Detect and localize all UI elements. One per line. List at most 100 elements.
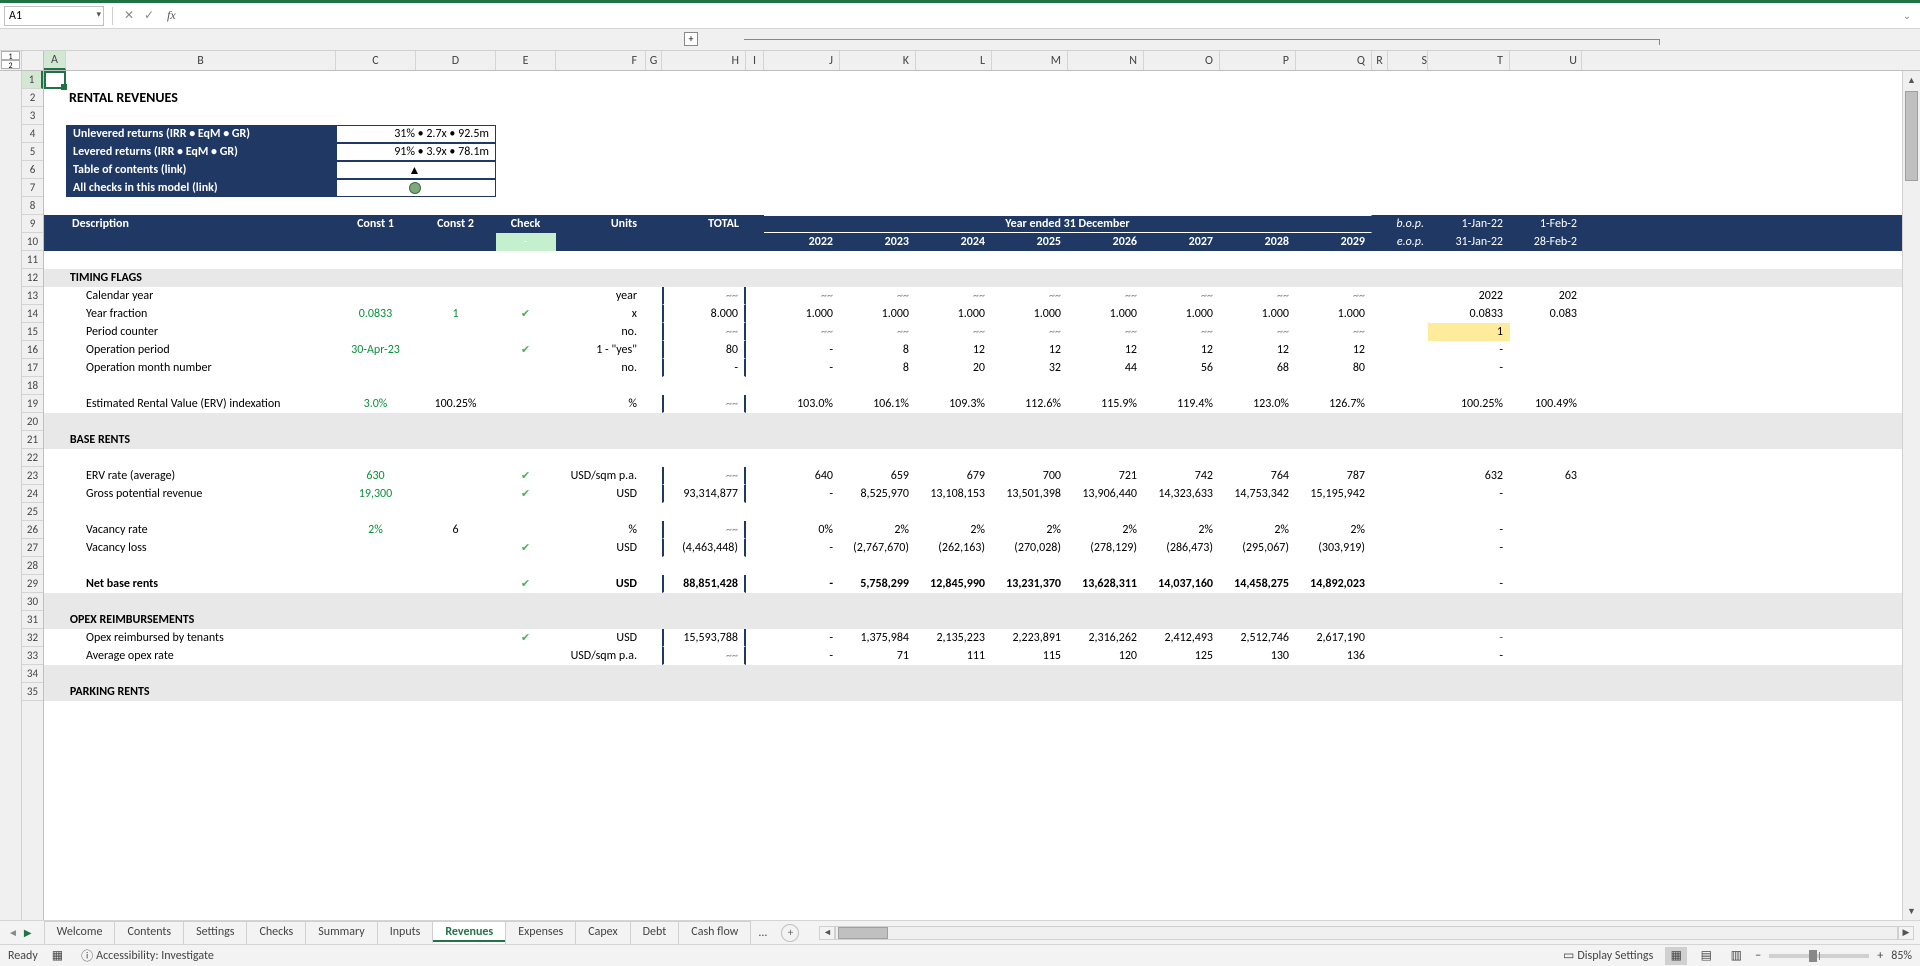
gap[interactable]: [1388, 539, 1428, 557]
gap[interactable]: [646, 305, 662, 323]
returns-label[interactable]: Table of contents (link): [66, 161, 336, 179]
cell-month1[interactable]: -: [1428, 629, 1510, 647]
cell-year[interactable]: 15,195,942: [1296, 485, 1372, 503]
cell[interactable]: [44, 287, 66, 305]
cell-year[interactable]: 20: [916, 359, 992, 377]
col-header-E[interactable]: E: [496, 51, 556, 70]
cell[interactable]: [44, 395, 66, 413]
cell-const2[interactable]: [416, 485, 496, 503]
cell[interactable]: [44, 629, 66, 647]
hdr-check-val[interactable]: -: [496, 233, 556, 251]
cell-const2[interactable]: [416, 323, 496, 341]
cell[interactable]: [746, 233, 764, 251]
cell-year[interactable]: 119.4%: [1144, 395, 1220, 413]
cell[interactable]: [44, 341, 66, 359]
cell[interactable]: [44, 647, 66, 665]
hdr-bop-date[interactable]: 1-Jan-22: [1428, 215, 1510, 233]
cell-total[interactable]: 8.000: [662, 305, 746, 323]
gap[interactable]: [1388, 485, 1428, 503]
cell-check[interactable]: ✔: [496, 485, 556, 503]
cell-const2[interactable]: [416, 647, 496, 665]
cell-year[interactable]: ~~: [916, 287, 992, 305]
gap[interactable]: [646, 485, 662, 503]
cell-year[interactable]: 14,323,633: [1144, 485, 1220, 503]
zoom-level[interactable]: 85%: [1891, 949, 1912, 963]
enter-icon[interactable]: ✓: [141, 8, 157, 24]
cell-year[interactable]: ~~: [1144, 287, 1220, 305]
cell-year[interactable]: 1,375,984: [840, 629, 916, 647]
normal-view-button[interactable]: ▦: [1665, 947, 1687, 965]
cell-total[interactable]: ~~: [662, 647, 746, 665]
cell-check[interactable]: [496, 395, 556, 413]
cell-month2[interactable]: [1510, 575, 1582, 593]
row-header-9[interactable]: 9: [22, 215, 43, 233]
cell-year[interactable]: 1.000: [1220, 305, 1296, 323]
gap[interactable]: [1388, 647, 1428, 665]
row-header-7[interactable]: 7: [22, 179, 43, 197]
gap[interactable]: [1372, 539, 1388, 557]
cell-month2[interactable]: [1510, 359, 1582, 377]
gap[interactable]: [746, 305, 764, 323]
cell-total[interactable]: ~~: [662, 323, 746, 341]
cell-year[interactable]: 125: [1144, 647, 1220, 665]
hscroll-left-icon[interactable]: ◄: [819, 926, 835, 940]
returns-label[interactable]: All checks in this model (link): [66, 179, 336, 197]
cell-month1[interactable]: 0.0833: [1428, 305, 1510, 323]
cell-year[interactable]: 5,758,299: [840, 575, 916, 593]
cell-year[interactable]: 764: [1220, 467, 1296, 485]
cell-check[interactable]: [496, 323, 556, 341]
cell[interactable]: [646, 215, 662, 233]
cell-units[interactable]: no.: [556, 323, 646, 341]
gap[interactable]: [746, 359, 764, 377]
cell-const1[interactable]: [336, 359, 416, 377]
cell-year[interactable]: 2%: [1144, 521, 1220, 539]
hdr-year[interactable]: 2024: [916, 233, 992, 251]
hdr-bop[interactable]: b.o.p.: [1388, 215, 1428, 233]
row-header-33[interactable]: 33: [22, 647, 43, 665]
cell-month2[interactable]: [1510, 323, 1582, 341]
row-header-27[interactable]: 27: [22, 539, 43, 557]
cell-total[interactable]: ~~: [662, 467, 746, 485]
cell[interactable]: [44, 413, 66, 431]
cell[interactable]: [44, 593, 66, 611]
cell-year[interactable]: 109.3%: [916, 395, 992, 413]
col-header-L[interactable]: L: [916, 51, 992, 70]
row-header-20[interactable]: 20: [22, 413, 43, 431]
col-header-C[interactable]: C: [336, 51, 416, 70]
cell-total[interactable]: ~~: [662, 521, 746, 539]
cell[interactable]: [44, 521, 66, 539]
row-desc[interactable]: Opex reimbursed by tenants: [66, 629, 336, 647]
cell-year[interactable]: 13,231,370: [992, 575, 1068, 593]
gap[interactable]: [1372, 647, 1388, 665]
cell-year[interactable]: 56: [1144, 359, 1220, 377]
row-header-3[interactable]: 3: [22, 107, 43, 125]
cell[interactable]: [44, 89, 66, 107]
hdr-year[interactable]: 2025: [992, 233, 1068, 251]
row-desc[interactable]: Calendar year: [66, 287, 336, 305]
cell-year[interactable]: ~~: [764, 287, 840, 305]
row-header-34[interactable]: 34: [22, 665, 43, 683]
fx-icon[interactable]: fx: [167, 8, 176, 23]
cell-year[interactable]: 2%: [916, 521, 992, 539]
formula-expand-icon[interactable]: ⌄: [1898, 9, 1916, 22]
cell-year[interactable]: 679: [916, 467, 992, 485]
cell-year[interactable]: ~~: [1296, 287, 1372, 305]
cell-year[interactable]: 13,906,440: [1068, 485, 1144, 503]
hdr-eop[interactable]: e.o.p.: [1388, 233, 1428, 251]
gap[interactable]: [646, 467, 662, 485]
cell-units[interactable]: USD: [556, 485, 646, 503]
cell-const2[interactable]: [416, 359, 496, 377]
returns-label[interactable]: Unlevered returns (IRR • EqM • GR): [66, 125, 336, 143]
cell-year[interactable]: 2,512,746: [1220, 629, 1296, 647]
cell-year[interactable]: 13,628,311: [1068, 575, 1144, 593]
cell-const2[interactable]: [416, 467, 496, 485]
cell-check[interactable]: [496, 647, 556, 665]
cell-const1[interactable]: 630: [336, 467, 416, 485]
sheet-tab-inputs[interactable]: Inputs: [377, 921, 434, 944]
cell-const1[interactable]: 19,300: [336, 485, 416, 503]
cell-const2[interactable]: [416, 629, 496, 647]
gap[interactable]: [746, 575, 764, 593]
cell-year[interactable]: 12: [992, 341, 1068, 359]
gap[interactable]: [1388, 323, 1428, 341]
vscroll-thumb[interactable]: [1905, 91, 1918, 181]
